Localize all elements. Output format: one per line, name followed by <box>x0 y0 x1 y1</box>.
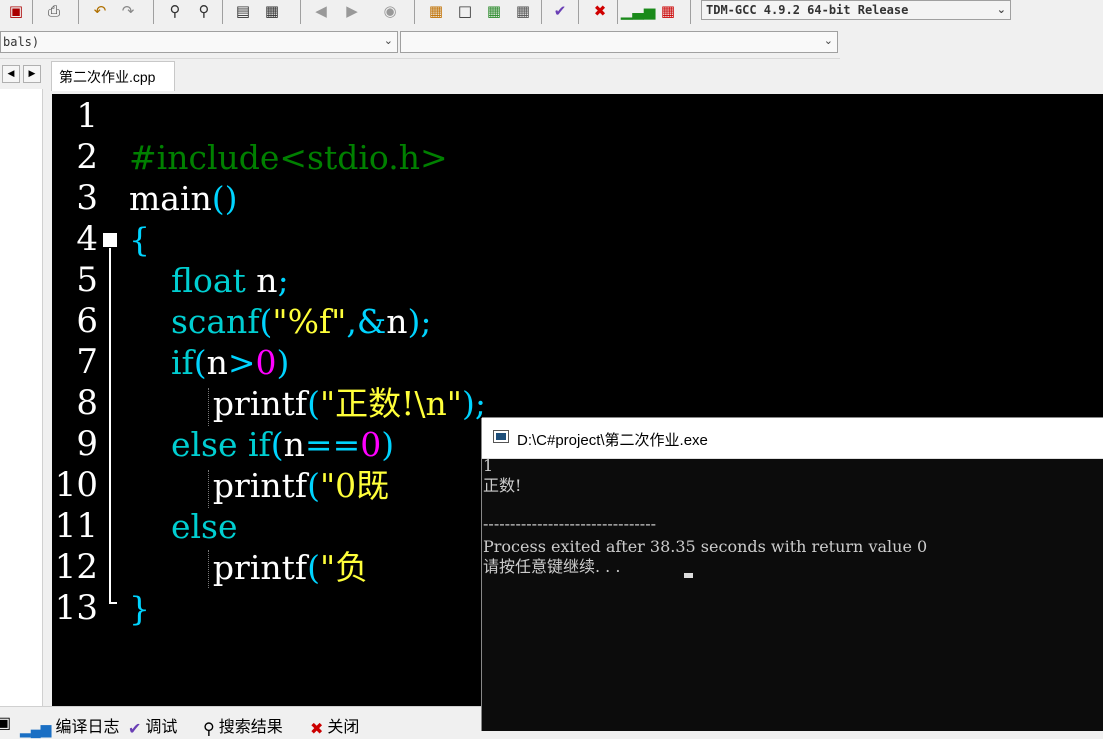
fold-guide <box>109 248 111 604</box>
chart-icon[interactable]: ▁▃▅ <box>621 0 656 22</box>
fold-guide <box>109 602 117 604</box>
code-line-6: scanf("%f",&n); <box>170 302 432 341</box>
code-line-13: } <box>129 589 150 628</box>
tab-close-label: 关闭 <box>327 719 360 736</box>
console-title-bar[interactable]: D:\C#project\第二次作业.exe <box>482 418 1103 459</box>
line-number: 4 <box>76 219 98 259</box>
chevron-down-icon[interactable]: ⌄ <box>997 3 1006 16</box>
compile-run-icon[interactable]: ▦ <box>482 0 506 22</box>
tab-scroll-right-icon[interactable]: ▶ <box>23 65 41 83</box>
code-line-4: { <box>129 220 150 259</box>
tab-compile-log-label: 编译日志 <box>55 719 120 736</box>
check-icon: ✔ <box>128 721 142 738</box>
line-number: 2 <box>76 137 98 177</box>
unindent-icon[interactable]: ▦ <box>260 0 284 22</box>
toolbar-separator <box>541 0 542 24</box>
find-icon[interactable]: ⚲ <box>163 0 187 22</box>
member-combo[interactable]: ⌄ <box>400 31 838 53</box>
project-options-icon[interactable]: ▣ <box>4 0 28 22</box>
line-number: 10 <box>54 465 98 505</box>
console-output-line: 正数! <box>483 476 522 495</box>
tab-search-results-label: 搜索结果 <box>218 719 283 736</box>
code-line-12: printf("负 <box>212 548 369 587</box>
line-number: 6 <box>76 301 98 341</box>
line-number: 8 <box>76 383 98 423</box>
toolbar: ▣ ⎙ ↶ ↷ ⚲ ⚲ ▤ ▦ ◀ ▶ ◉ ▦ □ ▦ ▦ ✔ ✖ ▁▃▅ ▦ … <box>0 0 1103 28</box>
chevron-down-icon[interactable]: ⌄ <box>824 34 833 47</box>
compile-icon[interactable]: ▦ <box>424 0 448 22</box>
console-cursor <box>684 573 693 578</box>
tab-debug-label: 调试 <box>145 719 178 736</box>
code-line-7: if(n>0) <box>170 343 290 382</box>
undo-icon[interactable]: ↶ <box>88 0 112 22</box>
print-icon[interactable]: ⎙ <box>42 0 66 22</box>
class-combo-value: bals) <box>3 35 40 49</box>
fold-toggle[interactable] <box>103 233 117 247</box>
toolbar-separator <box>578 0 579 24</box>
chart-icon: ▂▄▆ <box>20 721 52 737</box>
toolbar-separator <box>414 0 415 24</box>
delete-icon[interactable]: ✖ <box>588 0 612 22</box>
line-number: 7 <box>76 342 98 382</box>
toolbar-separator <box>32 0 33 24</box>
close-icon: ✖ <box>310 721 324 738</box>
tab-debug[interactable]: ✔ 调试 <box>128 713 178 738</box>
compiler-select-value: TDM-GCC 4.9.2 64-bit Release <box>706 3 909 17</box>
code-line-8: printf("正数!\n"); <box>212 384 486 423</box>
search-icon: ⚲ <box>203 721 215 738</box>
line-number: 3 <box>76 178 98 218</box>
code-line-10: printf("0既 <box>212 466 390 505</box>
code-line-11: else <box>170 507 238 546</box>
toggle-bookmark-icon[interactable]: ◉ <box>378 0 402 22</box>
console-window[interactable]: D:\C#project\第二次作业.exe 1 正数! -----------… <box>482 418 1103 731</box>
code-line-9: else if(n==0) <box>170 425 395 464</box>
forward-icon[interactable]: ▶ <box>340 0 364 22</box>
toolbar-separator <box>617 0 618 24</box>
check-syntax-icon[interactable]: ✔ <box>548 0 572 22</box>
tab-resources-partial[interactable]: ▣ <box>0 713 11 733</box>
line-number: 12 <box>54 547 98 587</box>
console-title: D:\C#project\第二次作业.exe <box>517 432 708 449</box>
code-line-2: #include<stdio.h> <box>129 138 448 177</box>
redo-icon[interactable]: ↷ <box>116 0 140 22</box>
tab-scroll-left-icon[interactable]: ◀ <box>2 65 20 83</box>
tab-close[interactable]: ✖ 关闭 <box>310 713 360 738</box>
tab-file-label: 第二次作业.cpp <box>59 69 156 85</box>
profile-delete-icon[interactable]: ▦ <box>656 0 680 22</box>
editor-tab-bar: ◀ ▶ 第二次作业.cpp <box>0 59 1103 91</box>
console-output-line: 1 <box>483 456 494 475</box>
line-number: 13 <box>54 588 98 628</box>
toolbar-separator <box>300 0 301 24</box>
console-output-line: Process exited after 38.35 seconds with … <box>483 537 928 556</box>
back-icon[interactable]: ◀ <box>309 0 333 22</box>
line-number: 5 <box>76 260 98 300</box>
toolbar-separator <box>153 0 154 24</box>
toolbar-separator <box>690 0 691 24</box>
line-number: 11 <box>54 506 98 546</box>
rebuild-all-icon[interactable]: ▦ <box>511 0 535 22</box>
line-number: 1 <box>76 96 98 136</box>
code-line-3: main() <box>129 179 238 218</box>
indent-icon[interactable]: ▤ <box>231 0 255 22</box>
chevron-down-icon[interactable]: ⌄ <box>384 34 393 47</box>
tab-file[interactable]: 第二次作业.cpp <box>51 61 175 91</box>
compiler-select[interactable]: TDM-GCC 4.9.2 64-bit Release ⌄ <box>701 0 1011 20</box>
tab-compile-log[interactable]: ▂▄▆ 编译日志 <box>20 713 119 737</box>
bottom-tab-bar: ▣ ▂▄▆ 编译日志 ✔ 调试 ⚲ 搜索结果 ✖ 关闭 <box>0 706 484 738</box>
toolbar-separator <box>78 0 79 24</box>
console-output-line: -------------------------------- <box>483 514 656 533</box>
code-line-5: float n; <box>170 261 289 300</box>
run-icon[interactable]: □ <box>453 0 477 22</box>
class-combo[interactable]: bals) ⌄ <box>0 31 398 53</box>
console-app-icon <box>493 430 509 443</box>
toolbar-separator <box>222 0 223 24</box>
project-panel <box>0 89 43 706</box>
replace-icon[interactable]: ⚲ <box>192 0 216 22</box>
class-browser-toolbar: bals) ⌄ ⌄ <box>0 28 840 59</box>
line-number: 9 <box>76 424 98 464</box>
console-output-line: 请按任意键继续. . . <box>483 557 626 576</box>
tab-search-results[interactable]: ⚲ 搜索结果 <box>203 713 283 738</box>
